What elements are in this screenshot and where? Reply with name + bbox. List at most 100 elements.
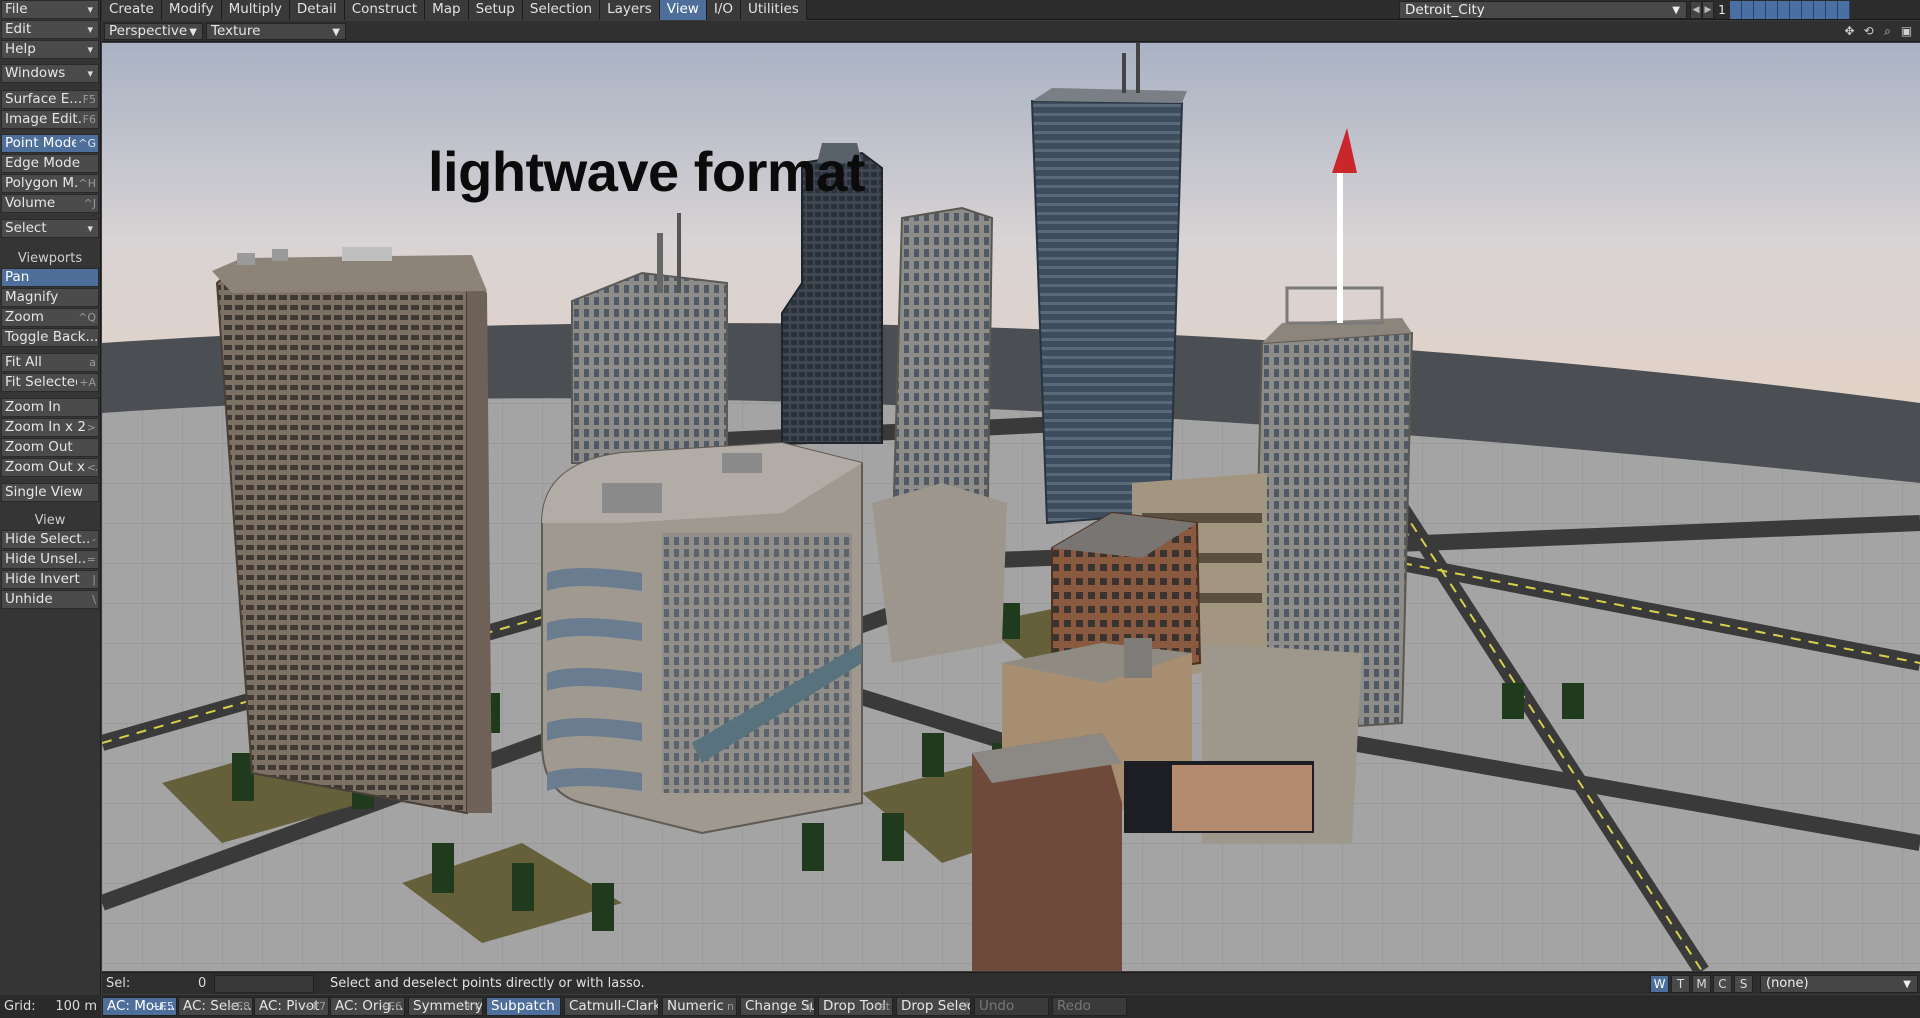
layer-cell[interactable]	[1790, 1, 1802, 19]
surface-select[interactable]: (none) ▼	[1760, 975, 1918, 993]
tab-utilities[interactable]: Utilities	[740, 0, 807, 20]
undo-button[interactable]: Undo	[974, 997, 1049, 1016]
unhide-button[interactable]: Unhide \	[1, 590, 99, 609]
tool-hint: Select and deselect points directly or w…	[330, 976, 645, 991]
perspective-viewport[interactable]: lightwave format	[102, 43, 1920, 971]
drop-selection-button[interactable]: Drop Select.../	[896, 997, 971, 1016]
layer-cell[interactable]	[1778, 1, 1790, 19]
layer-strip[interactable]	[1730, 1, 1850, 19]
drop-tool-button[interactable]: Drop Tool ret	[818, 997, 893, 1016]
move-view-icon[interactable]: ✥	[1842, 24, 1857, 39]
viewport-header: Perspective ▼ Texture ▼ ✥ ⟲ ⌕ ▣	[102, 21, 1920, 42]
hide-selected-button[interactable]: Hide Select... -	[1, 530, 99, 549]
hide-unselected-button[interactable]: Hide Unsel... =	[1, 550, 99, 569]
chevron-down-icon: ▼	[1672, 5, 1680, 16]
view-type-select[interactable]: Perspective ▼	[104, 23, 203, 40]
tab-multiply[interactable]: Multiply	[221, 0, 290, 20]
windows-menu-label: Windows	[5, 65, 66, 81]
layer-cell[interactable]	[1826, 1, 1838, 19]
select-menu[interactable]: Select	[1, 219, 99, 238]
tab-map[interactable]: Map	[425, 0, 469, 20]
zoom-in-x2-button[interactable]: Zoom In x 2 >	[1, 418, 99, 437]
button-label: Fit Selected	[5, 374, 84, 390]
layer-cell[interactable]	[1730, 1, 1742, 19]
toggle-background-button[interactable]: Toggle Back...	[1, 328, 99, 347]
mode-button-s[interactable]: S	[1734, 975, 1753, 993]
scene-select[interactable]: Detroit_City ▼	[1399, 1, 1687, 19]
mode-button-t[interactable]: T	[1671, 975, 1690, 993]
rotate-view-icon[interactable]: ⟲	[1861, 24, 1876, 39]
mode-button-w[interactable]: W	[1650, 975, 1669, 993]
button-label: Image Edit...	[5, 111, 91, 127]
file-menu[interactable]: File	[1, 0, 99, 19]
layer-cell[interactable]	[1814, 1, 1826, 19]
zoom-button[interactable]: Zoom ^Q	[1, 308, 99, 327]
button-label: Surface E...	[5, 91, 83, 107]
catmull-clark-button[interactable]: Catmull-Clark	[564, 997, 659, 1016]
redo-button[interactable]: Redo	[1052, 997, 1127, 1016]
single-view-button[interactable]: Single View	[1, 483, 99, 502]
top-menu-bar: Create Modify Multiply Detail Construct Map Se…	[0, 0, 1920, 20]
chevron-down-icon: ▼	[1903, 979, 1911, 990]
edit-menu[interactable]: Edit	[1, 20, 99, 39]
pan-button[interactable]: Pan	[1, 268, 99, 287]
help-menu[interactable]: Help	[1, 40, 99, 59]
tab-layers[interactable]: Layers	[600, 0, 660, 20]
change-surface-button[interactable]: Change Su...q	[740, 997, 815, 1016]
left-toolbar: File Edit Help Windows Surface E...F5 Im…	[0, 0, 101, 1018]
zoom-out-x2-button[interactable]: Zoom Out x... <	[1, 458, 99, 477]
shortcut-label: F6	[80, 111, 96, 128]
layer-navigator: ◀ ▶ 1	[1690, 1, 1850, 19]
mode-button-c[interactable]: C	[1713, 975, 1732, 993]
fit-all-button[interactable]: Fit All a	[1, 353, 99, 372]
button-label: Single View	[5, 484, 83, 500]
tab-detail[interactable]: Detail	[289, 0, 345, 20]
button-label: Hide Select...	[5, 531, 95, 547]
mode-button-m[interactable]: M	[1692, 975, 1711, 993]
layer-cell[interactable]	[1838, 1, 1850, 19]
magnify-button[interactable]: Magnify	[1, 288, 99, 307]
image-editor-button[interactable]: Image Edit... F6	[1, 110, 99, 129]
windows-menu[interactable]: Windows	[1, 64, 99, 83]
hide-invert-button[interactable]: Hide Invert |	[1, 570, 99, 589]
polygon-mode-button[interactable]: Polygon M... ^H	[1, 174, 99, 193]
tab-modify[interactable]: Modify	[161, 0, 222, 20]
tab-selection[interactable]: Selection	[522, 0, 601, 20]
viewports-heading: Viewports	[17, 251, 83, 266]
tab-construct[interactable]: Construct	[344, 0, 426, 20]
button-label: Magnify	[5, 289, 59, 305]
tab-i-o[interactable]: I/O	[706, 0, 741, 20]
volume-button[interactable]: Volume ^J	[1, 194, 99, 213]
ac-pivot-button[interactable]: AC: Pivot +F7	[254, 997, 329, 1016]
shortcut-label: ret	[874, 1000, 890, 1013]
tab-create[interactable]: Create	[102, 0, 162, 20]
next-layer-button[interactable]: ▶	[1702, 1, 1714, 19]
ac-origin-button[interactable]: AC: Orig... +F6	[330, 997, 405, 1016]
layer-cell[interactable]	[1766, 1, 1778, 19]
ac-mouse-button[interactable]: AC: Mou... +F5	[102, 997, 177, 1016]
button-label: Zoom In	[5, 399, 61, 415]
tab-setup[interactable]: Setup	[468, 0, 523, 20]
zoom-in-button[interactable]: Zoom In	[1, 398, 99, 417]
numeric-button[interactable]: Numeric n	[662, 997, 737, 1016]
prev-layer-button[interactable]: ◀	[1690, 1, 1702, 19]
surface-editor-button[interactable]: Surface E... F5	[1, 90, 99, 109]
render-style-select[interactable]: Texture ▼	[206, 23, 346, 40]
button-label: Undo	[979, 998, 1015, 1014]
zoom-view-icon[interactable]: ⌕	[1880, 24, 1895, 39]
layer-cell[interactable]	[1802, 1, 1814, 19]
subpatch-button[interactable]: Subpatch	[486, 997, 561, 1016]
maximize-view-icon[interactable]: ▣	[1899, 24, 1914, 39]
layer-cell[interactable]	[1754, 1, 1766, 19]
tab-view[interactable]: View	[659, 0, 707, 20]
ac-selection-button[interactable]: AC: Sele... +F8	[178, 997, 253, 1016]
point-mode-button[interactable]: Point Mode ^G	[1, 134, 99, 153]
shortcut-label: |	[90, 571, 96, 588]
symmetry-button[interactable]: Symmetry +Y	[408, 997, 483, 1016]
edge-mode-button[interactable]: Edge Mode	[1, 154, 99, 173]
fit-selected-button[interactable]: Fit Selected +A	[1, 373, 99, 392]
button-label: Zoom In x 2	[5, 419, 86, 435]
layer-cell[interactable]	[1742, 1, 1754, 19]
button-label: Catmull-Clark	[569, 998, 659, 1014]
zoom-out-button[interactable]: Zoom Out	[1, 438, 99, 457]
